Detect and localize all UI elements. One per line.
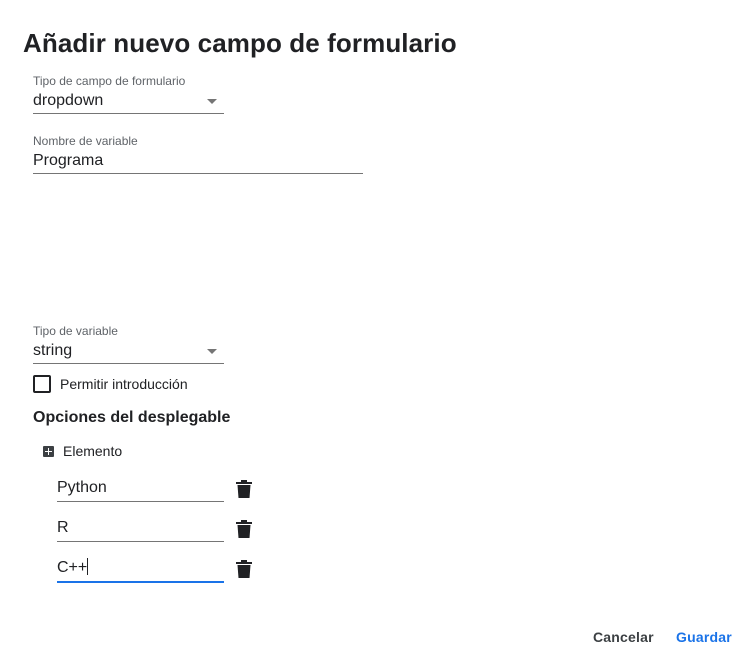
- dropdown-option-input[interactable]: Python: [57, 474, 224, 498]
- dropdown-option-row: R: [57, 514, 257, 546]
- dropdown-option-row: Python: [57, 474, 257, 506]
- variable-name-label: Nombre de variable: [33, 134, 138, 148]
- variable-name-field[interactable]: Nombre de variable Programa: [33, 134, 363, 174]
- form-field-type-select[interactable]: Tipo de campo de formulario dropdown: [33, 74, 224, 114]
- variable-type-select[interactable]: Tipo de variable string: [33, 324, 224, 364]
- dropdown-option-underline: [57, 581, 224, 583]
- trash-icon[interactable]: [236, 520, 252, 538]
- dropdown-option-value: C++: [57, 559, 88, 576]
- variable-type-label: Tipo de variable: [33, 324, 118, 338]
- dialog-title: Añadir nuevo campo de formulario: [23, 28, 457, 58]
- dropdown-arrow-icon: [207, 99, 217, 104]
- text-cursor: [87, 558, 89, 575]
- variable-type-value: string: [33, 342, 73, 359]
- variable-type-underline: [33, 363, 224, 364]
- allow-input-option: Permitir introducción: [33, 375, 188, 393]
- form-field-type-value: dropdown: [33, 92, 104, 109]
- form-field-type-label: Tipo de campo de formulario: [33, 74, 186, 88]
- dropdown-option-underline: [57, 501, 224, 502]
- add-box-icon: [43, 445, 54, 457]
- dropdown-option-underline: [57, 541, 224, 542]
- save-button[interactable]: Guardar: [676, 629, 732, 645]
- dropdown-option-value: Python: [57, 479, 107, 496]
- allow-input-checkbox[interactable]: [33, 375, 51, 393]
- variable-name-underline: [33, 173, 363, 174]
- add-item-button[interactable]: Elemento: [43, 443, 122, 459]
- variable-name-value: Programa: [33, 152, 104, 169]
- dropdown-option-row: C++: [57, 554, 257, 586]
- dropdown-option-input[interactable]: R: [57, 514, 224, 538]
- dropdown-option-input[interactable]: C++: [57, 554, 224, 578]
- dropdown-option-value: R: [57, 519, 69, 536]
- form-field-type-underline: [33, 113, 224, 114]
- add-form-field-dialog: Añadir nuevo campo de formulario Tipo de…: [0, 0, 742, 661]
- dropdown-options-heading: Opciones del desplegable: [33, 409, 231, 426]
- trash-icon[interactable]: [236, 480, 252, 498]
- add-item-label: Elemento: [63, 443, 123, 459]
- trash-icon[interactable]: [236, 560, 252, 578]
- cancel-button[interactable]: Cancelar: [593, 629, 654, 645]
- dropdown-arrow-icon: [207, 349, 217, 354]
- allow-input-label[interactable]: Permitir introducción: [60, 376, 188, 392]
